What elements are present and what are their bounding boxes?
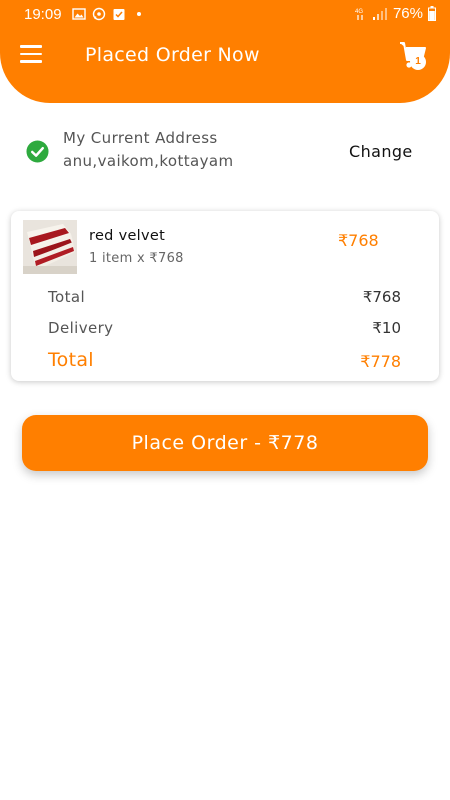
place-order-button[interactable]: Place Order - ₹778 <box>22 415 428 471</box>
grand-total-label: Total <box>48 349 94 371</box>
delivery-label: Delivery <box>48 319 114 337</box>
wifi-icon: 4G <box>355 9 363 20</box>
status-notification-icons <box>72 6 146 22</box>
battery-icon <box>428 6 436 21</box>
address-value: anu,vaikom,kottayam <box>63 152 234 170</box>
menu-icon-bar <box>20 60 42 63</box>
menu-button[interactable] <box>20 45 42 63</box>
page-title: Placed Order Now <box>85 44 260 66</box>
delivery-value: ₹10 <box>372 319 401 337</box>
product-name: red velvet <box>89 228 166 244</box>
status-system-icons: 4G 76% <box>355 5 436 22</box>
address-label: My Current Address <box>63 129 218 147</box>
gallery-icon <box>72 8 86 20</box>
subtotal-value: ₹768 <box>362 288 401 306</box>
menu-icon <box>20 45 42 48</box>
battery-percent: 76% <box>392 5 423 22</box>
subtotal-label: Total <box>48 288 86 306</box>
check-circle-icon <box>26 140 49 163</box>
order-summary-card: red velvet 1 item x ₹768 ₹768 Total ₹768… <box>11 211 439 381</box>
signal-icon <box>372 7 387 20</box>
change-address-button[interactable]: Change <box>349 142 413 161</box>
calendar-check-icon <box>113 9 125 20</box>
app-header: 19:09 4G 76% Placed Order Now 1 <box>0 0 450 103</box>
dot-icon <box>137 12 141 16</box>
status-bar: 19:09 4G 76% <box>0 0 450 28</box>
status-time: 19:09 <box>24 6 62 23</box>
menu-icon-bar <box>20 52 42 55</box>
product-price: ₹768 <box>338 231 379 250</box>
grand-total-value: ₹778 <box>360 352 401 371</box>
product-image <box>23 220 77 274</box>
product-quantity: 1 item x ₹768 <box>89 251 184 266</box>
svg-text:4G: 4G <box>355 9 363 15</box>
cart-count-badge: 1 <box>410 54 426 70</box>
whatsapp-icon <box>92 7 106 21</box>
